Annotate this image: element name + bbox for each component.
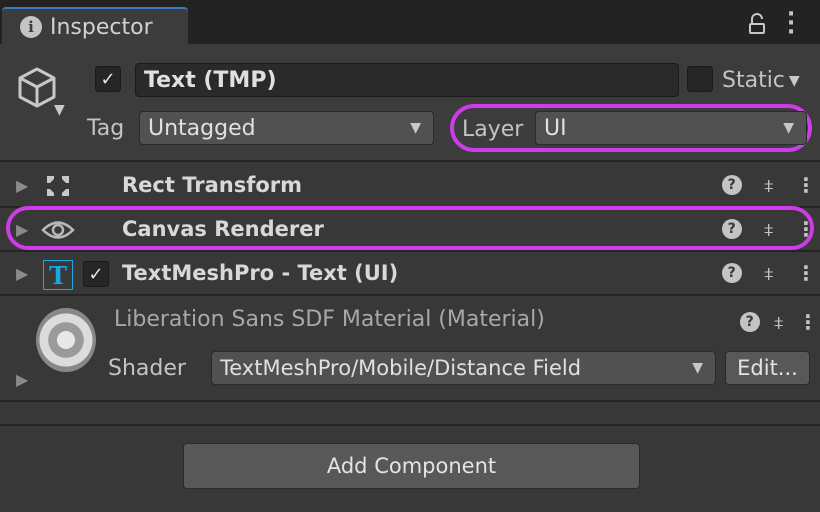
info-icon: i [20, 16, 42, 38]
component-menu-icon[interactable]: ⋮ [796, 217, 816, 241]
gameobject-cube-icon[interactable] [16, 66, 58, 110]
presets-icon[interactable]: ⧧ [774, 310, 784, 334]
window-menu-icon[interactable]: · · · [786, 4, 796, 44]
tag-dropdown[interactable]: Untagged ▼ [139, 111, 434, 145]
chevron-down-icon: ▼ [410, 120, 421, 136]
chevron-down-icon: ▼ [788, 72, 800, 89]
chevron-down-icon: ▼ [783, 120, 794, 136]
layer-dropdown[interactable]: UI ▼ [535, 111, 807, 145]
component-title: Rect Transform [122, 173, 303, 197]
component-textmeshpro[interactable]: ▶ T ✓ TextMeshPro - Text (UI) ? ⧧ ⋮ [0, 252, 820, 296]
icon-dropdown-arrow[interactable]: ▼ [54, 102, 65, 118]
component-title: TextMeshPro - Text (UI) [122, 261, 399, 285]
edit-shader-button[interactable]: Edit... [725, 351, 810, 385]
help-icon[interactable]: ? [721, 175, 742, 195]
material-menu-icon[interactable]: ⋮ [798, 310, 818, 334]
component-rect-transform[interactable]: ▶ Rect Transform ? ⧧ ⋮ [0, 164, 820, 208]
presets-icon[interactable]: ⧧ [764, 173, 774, 197]
presets-icon[interactable]: ⧧ [764, 217, 774, 241]
material-section: ▶ Liberation Sans SDF Material (Material… [0, 296, 820, 402]
help-icon[interactable]: ? [721, 263, 742, 283]
chevron-down-icon: ▼ [692, 360, 703, 376]
help-icon[interactable]: ? [721, 219, 742, 239]
lock-icon[interactable] [748, 13, 768, 35]
presets-icon[interactable]: ⧧ [764, 261, 774, 285]
foldout-arrow-icon[interactable]: ▶ [16, 220, 28, 239]
component-enabled-checkbox[interactable]: ✓ [83, 261, 109, 287]
foldout-arrow-icon[interactable]: ▶ [16, 264, 28, 283]
tab-label: Inspector [50, 14, 153, 40]
shader-value: TextMeshPro/Mobile/Distance Field [220, 356, 582, 380]
static-checkbox[interactable] [687, 66, 713, 92]
foldout-arrow-icon[interactable]: ▶ [16, 370, 28, 389]
help-icon[interactable]: ? [739, 312, 760, 332]
component-menu-icon[interactable]: ⋮ [796, 173, 816, 197]
add-component-button[interactable]: Add Component [183, 443, 640, 489]
material-preview-icon [36, 308, 96, 372]
tab-inspector[interactable]: i Inspector [2, 7, 188, 45]
layer-value: UI [544, 115, 567, 141]
material-title: Liberation Sans SDF Material (Material) [114, 307, 545, 332]
layer-label: Layer [462, 117, 524, 142]
tag-label: Tag [87, 116, 125, 141]
static-label: Static [722, 68, 785, 93]
active-checkbox[interactable]: ✓ [95, 66, 121, 92]
rect-transform-icon [47, 176, 69, 196]
component-title: Canvas Renderer [122, 217, 324, 241]
static-dropdown[interactable]: Static ▼ [722, 68, 800, 93]
eye-icon [41, 221, 75, 239]
gameobject-header: ▼ ✓ Text (TMP) Static ▼ Tag Untagged ▼ Lay… [0, 44, 820, 162]
foldout-arrow-icon[interactable]: ▶ [16, 176, 28, 195]
shader-label: Shader [108, 356, 186, 381]
textmeshpro-icon: T [43, 260, 73, 290]
divider [0, 424, 820, 426]
shader-dropdown[interactable]: TextMeshPro/Mobile/Distance Field ▼ [211, 351, 716, 385]
component-canvas-renderer[interactable]: ▶ Canvas Renderer ? ⧧ ⋮ [0, 206, 820, 252]
tag-value: Untagged [148, 115, 256, 141]
component-menu-icon[interactable]: ⋮ [796, 261, 816, 285]
name-field[interactable]: Text (TMP) [135, 63, 679, 97]
